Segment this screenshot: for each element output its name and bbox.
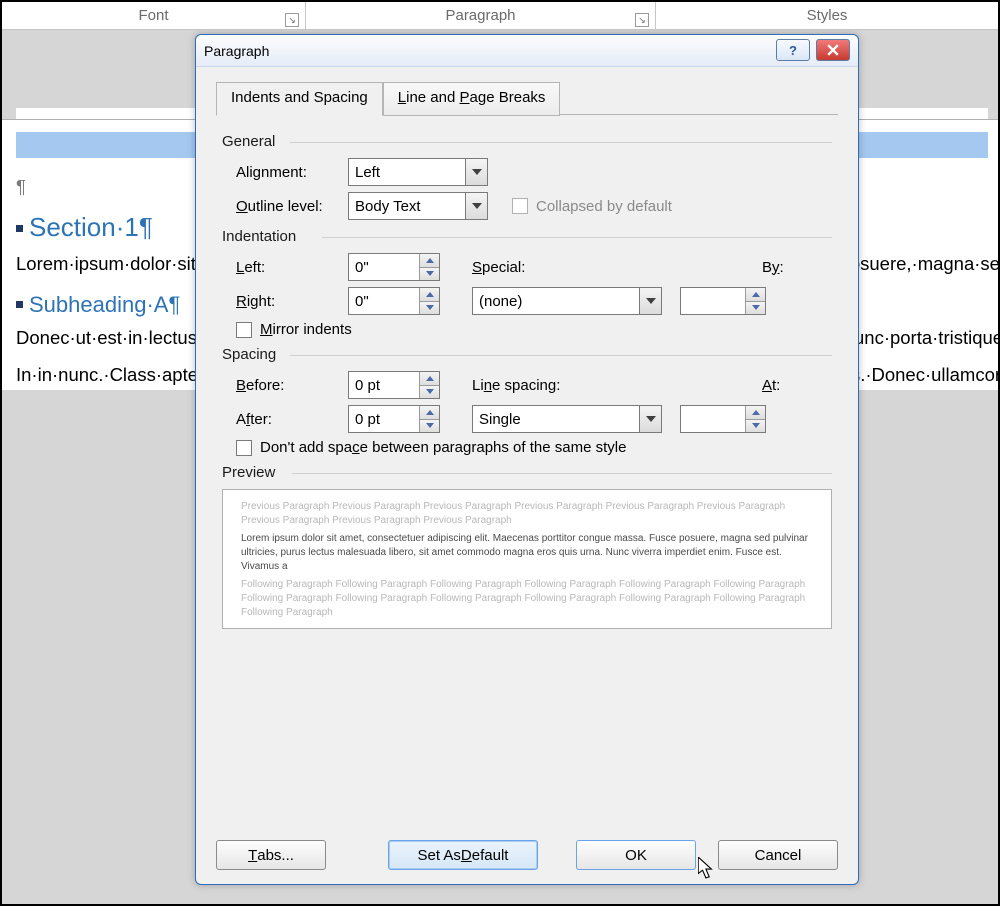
- alignment-label: Alignment:: [236, 164, 348, 181]
- group-general: General: [222, 133, 832, 150]
- collapsed-checkbox: [512, 198, 528, 214]
- ribbon-group-styles: Styles: [656, 2, 998, 29]
- no-space-same-style-label: Don't add space between paragraphs of th…: [260, 439, 626, 456]
- indent-right-spinner[interactable]: 0": [348, 287, 440, 315]
- after-spinner[interactable]: 0 pt: [348, 405, 440, 433]
- heading-bullet-icon: [16, 225, 23, 232]
- indent-right-label: Right:: [236, 293, 348, 310]
- mirror-indents-checkbox[interactable]: [236, 322, 252, 338]
- by-label: By:: [762, 259, 832, 276]
- after-label: After:: [236, 411, 348, 428]
- preview-box: Previous Paragraph Previous Paragraph Pr…: [222, 489, 832, 629]
- dialog-tabs: Indents and Spacing Line and Page Breaks: [216, 81, 838, 115]
- preview-previous: Previous Paragraph Previous Paragraph Pr…: [241, 500, 813, 528]
- by-spinner[interactable]: [680, 287, 766, 315]
- spin-down-icon[interactable]: [420, 420, 439, 433]
- ribbon-group-font: Font ↘: [2, 2, 306, 29]
- ribbon-styles-label: Styles: [807, 7, 848, 24]
- ribbon-group-row: Font ↘ Paragraph ↘ Styles: [2, 2, 998, 30]
- indent-left-label: Left:: [236, 259, 348, 276]
- heading-bullet-icon: [16, 301, 23, 308]
- collapsed-label: Collapsed by default: [536, 198, 672, 215]
- spin-down-icon[interactable]: [420, 302, 439, 315]
- spin-up-icon[interactable]: [746, 406, 765, 420]
- help-button[interactable]: ?: [776, 39, 810, 61]
- spin-down-icon[interactable]: [420, 386, 439, 399]
- at-label: At:: [762, 377, 832, 394]
- group-indentation: Indentation: [222, 228, 832, 245]
- special-combo[interactable]: (none): [472, 287, 662, 315]
- dialog-title: Paragraph: [204, 43, 269, 59]
- close-icon: [827, 44, 839, 56]
- no-space-same-style-checkbox[interactable]: [236, 440, 252, 456]
- spin-up-icon[interactable]: [420, 406, 439, 420]
- at-spinner[interactable]: [680, 405, 766, 433]
- spin-up-icon[interactable]: [420, 288, 439, 302]
- before-spinner[interactable]: 0 pt: [348, 371, 440, 399]
- before-label: Before:: [236, 377, 348, 394]
- paragraph-dialog: Paragraph ? Indents and Spacing Line and…: [195, 34, 859, 885]
- spin-down-icon[interactable]: [746, 302, 765, 315]
- preview-sample: Lorem ipsum dolor sit amet, consectetuer…: [241, 532, 813, 574]
- cancel-button[interactable]: Cancel: [718, 840, 838, 870]
- set-as-default-button[interactable]: Set As Default: [388, 840, 538, 870]
- chevron-down-icon[interactable]: [465, 193, 487, 219]
- group-spacing: Spacing: [222, 346, 832, 363]
- spin-down-icon[interactable]: [746, 420, 765, 433]
- spin-up-icon[interactable]: [746, 288, 765, 302]
- ok-button[interactable]: OK: [576, 840, 696, 870]
- spin-up-icon[interactable]: [420, 372, 439, 386]
- ribbon-font-label: Font: [138, 7, 168, 24]
- chevron-down-icon[interactable]: [639, 288, 661, 314]
- outline-level-combo[interactable]: Body Text: [348, 192, 488, 220]
- indent-left-spinner[interactable]: 0": [348, 253, 440, 281]
- outline-level-label: Outline level:: [236, 198, 348, 215]
- ribbon-group-paragraph: Paragraph ↘: [306, 2, 656, 29]
- special-label: Special:: [440, 259, 582, 276]
- spin-down-icon[interactable]: [420, 268, 439, 281]
- mirror-indents-label: Mirror indents: [260, 321, 352, 338]
- close-button[interactable]: [816, 39, 850, 61]
- preview-following: Following Paragraph Following Paragraph …: [241, 578, 813, 620]
- tab-line-page-breaks[interactable]: Line and Page Breaks: [383, 82, 561, 116]
- alignment-combo[interactable]: Left: [348, 158, 488, 186]
- tab-indents-spacing[interactable]: Indents and Spacing: [216, 82, 383, 116]
- tabs-button[interactable]: Tabs...: [216, 840, 326, 870]
- chevron-down-icon[interactable]: [639, 406, 661, 432]
- dialog-launcher-icon[interactable]: ↘: [285, 13, 299, 27]
- line-spacing-label: Line spacing:: [440, 377, 582, 394]
- dialog-button-row: Tabs... Set As Default OK Cancel: [196, 840, 858, 870]
- line-spacing-combo[interactable]: Single: [472, 405, 662, 433]
- spin-up-icon[interactable]: [420, 254, 439, 268]
- group-preview: Preview: [222, 464, 832, 481]
- ribbon-paragraph-label: Paragraph: [445, 7, 515, 24]
- dialog-titlebar[interactable]: Paragraph ?: [196, 35, 858, 67]
- chevron-down-icon[interactable]: [465, 159, 487, 185]
- dialog-launcher-icon[interactable]: ↘: [635, 13, 649, 27]
